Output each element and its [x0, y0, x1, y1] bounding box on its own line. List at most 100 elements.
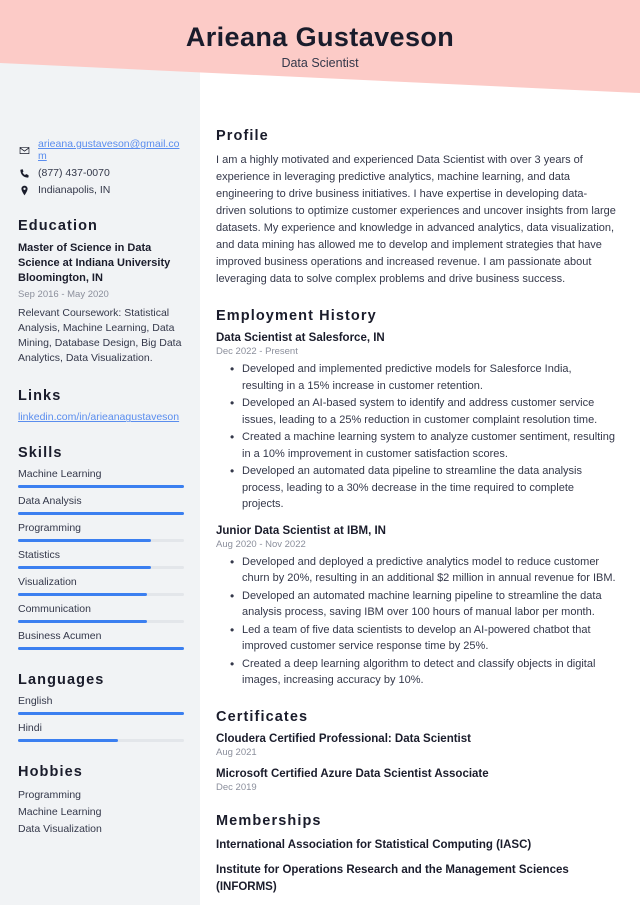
- language-item-bar-fill: [18, 739, 118, 743]
- job-title-line: Junior Data Scientist at IBM, IN: [216, 524, 386, 537]
- links-section: Links linkedin.com/in/arieanagustaveson: [18, 388, 184, 423]
- skill-item-bar-fill: [18, 512, 184, 516]
- location-pin-icon: [18, 184, 30, 196]
- languages-list: English Hindi: [18, 695, 184, 743]
- skill-item-bar-track: [18, 647, 184, 651]
- job-bullet: Developed an automated machine learning …: [230, 587, 616, 621]
- education-description: Relevant Coursework: Statistical Analysi…: [18, 306, 182, 365]
- skill-item-bar-fill: [18, 620, 148, 624]
- education-section: Education Master of Science in Data Scie…: [18, 218, 184, 366]
- skill-item-bar-fill: [18, 647, 184, 651]
- contact-row: (877) 437-0070: [18, 167, 184, 179]
- education-heading: Education: [18, 218, 98, 234]
- contact-list: arieana.gustaveson@gmail.com (877) 437-00…: [18, 138, 184, 196]
- contact-text: (877) 437-0070: [38, 167, 110, 179]
- certificates-section: Certificates Cloudera Certified Professi…: [216, 709, 616, 793]
- skill-item: Business Acumen: [18, 630, 184, 651]
- skill-item: Statistics: [18, 549, 184, 570]
- certificate-name: Microsoft Certified Azure Data Scientist…: [216, 767, 489, 780]
- job-bullet: Developed and deployed a predictive anal…: [230, 553, 616, 587]
- language-item: English: [18, 695, 184, 716]
- skill-item-label: Business Acumen: [18, 630, 102, 643]
- profile-section: Profile I am a highly motivated and expe…: [216, 128, 616, 288]
- skill-item-bar-track: [18, 539, 184, 543]
- job-bullet: Created a machine learning system to ana…: [230, 428, 616, 462]
- job-bullet: Created a deep learning algorithm to det…: [230, 655, 616, 689]
- skills-list: Machine Learning Data Analysis Programming…: [18, 468, 184, 651]
- hobbies-heading: Hobbies: [18, 764, 83, 781]
- job-bullet: Developed an AI-based system to identify…: [230, 394, 616, 428]
- profile-heading: Profile: [216, 128, 269, 144]
- page-title: Arieana Gustaveson: [185, 22, 455, 52]
- certificate-entry: Cloudera Certified Professional: Data Sc…: [216, 733, 616, 758]
- profile-text: I am a highly motivated and experienced …: [216, 154, 616, 286]
- hobbies-section: Hobbies Programming Machine Learning Data …: [18, 764, 184, 838]
- language-item-label: Hindi: [18, 722, 42, 735]
- job-bullet: Led a team of five data scientists to de…: [230, 621, 616, 655]
- skill-item-bar-fill: [18, 593, 148, 597]
- job-title: Data Scientist: [281, 56, 359, 71]
- job-title-line: Data Scientist at Salesforce, IN: [216, 332, 385, 345]
- job-bullets: Developed and implemented predictive mod…: [216, 360, 616, 513]
- membership-item: Institute for Operations Research and th…: [216, 864, 569, 893]
- skills-heading: Skills: [18, 445, 63, 462]
- skill-item-bar-fill: [18, 485, 184, 489]
- job-entry: Junior Data Scientist at IBM, IN Aug 2020…: [216, 525, 616, 689]
- contact-text[interactable]: arieana.gustaveson@gmail.com: [38, 138, 184, 162]
- languages-section: Languages English Hindi: [18, 672, 184, 743]
- skill-item-bar-fill: [18, 566, 151, 570]
- memberships-section: Memberships International Association fo…: [216, 813, 616, 895]
- employment-section: Employment History Data Scientist at Sal…: [216, 308, 616, 689]
- job-bullet: Developed an automated data pipeline to …: [230, 462, 616, 513]
- skill-item: Machine Learning: [18, 468, 184, 489]
- envelope-icon: [18, 144, 30, 156]
- skill-item-bar-track: [18, 485, 184, 489]
- hobbies-list: Programming Machine Learning Data Visualiz…: [18, 787, 184, 838]
- skill-item-label: Programming: [18, 522, 82, 535]
- main-content: Profile I am a highly motivated and expe…: [200, 0, 640, 905]
- skill-item-bar-track: [18, 620, 184, 624]
- skill-item: Data Analysis: [18, 495, 184, 516]
- skill-item-bar-track: [18, 593, 184, 597]
- education-degree: Master of Science in Data Science at Ind…: [18, 242, 171, 285]
- contact-text: Indianapolis, IN: [38, 184, 111, 196]
- certificate-entry: Microsoft Certified Azure Data Scientist…: [216, 768, 616, 793]
- language-item-bar-fill: [18, 712, 184, 716]
- membership-item: International Association for Statistica…: [216, 838, 532, 851]
- skill-item-bar-fill: [18, 539, 151, 543]
- language-item-bar-track: [18, 739, 184, 743]
- job-entry: Data Scientist at Salesforce, IN Dec 2022…: [216, 332, 616, 513]
- skill-item-label: Statistics: [18, 549, 61, 562]
- language-item-label: English: [18, 695, 53, 708]
- language-item-bar-track: [18, 712, 184, 716]
- skill-item: Communication: [18, 603, 184, 624]
- job-bullets: Developed and deployed a predictive anal…: [216, 553, 616, 689]
- hobby-item: Machine Learning: [18, 806, 102, 819]
- memberships-list: International Association for Statistica…: [216, 837, 616, 895]
- certificate-date: Aug 2021: [216, 746, 257, 758]
- profile-link[interactable]: linkedin.com/in/arieanagustaveson: [18, 411, 184, 423]
- skill-item: Programming: [18, 522, 184, 543]
- certificate-date: Dec 2019: [216, 781, 257, 793]
- skills-section: Skills Machine Learning Data Analysis Prog…: [18, 445, 184, 651]
- education-date: Sep 2016 - May 2020: [18, 288, 109, 300]
- sidebar: arieana.gustaveson@gmail.com (877) 437-00…: [0, 0, 200, 905]
- contact-row[interactable]: arieana.gustaveson@gmail.com: [18, 138, 184, 162]
- header: Arieana Gustaveson Data Scientist: [0, 0, 640, 100]
- languages-heading: Languages: [18, 672, 105, 689]
- employment-heading: Employment History: [216, 308, 377, 325]
- hobby-item: Programming: [18, 789, 82, 802]
- skill-item-label: Visualization: [18, 576, 77, 589]
- skill-item-bar-track: [18, 566, 184, 570]
- links-heading: Links: [18, 388, 62, 405]
- skill-item-label: Communication: [18, 603, 91, 616]
- hobby-item: Data Visualization: [18, 823, 102, 836]
- phone-icon: [18, 167, 30, 179]
- language-item: Hindi: [18, 722, 184, 743]
- skill-item-label: Data Analysis: [18, 495, 82, 508]
- memberships-heading: Memberships: [216, 812, 322, 829]
- contact-row: Indianapolis, IN: [18, 184, 184, 196]
- skill-item: Visualization: [18, 576, 184, 597]
- certificates-heading: Certificates: [216, 708, 309, 725]
- job-date: Dec 2022 - Present: [216, 346, 298, 358]
